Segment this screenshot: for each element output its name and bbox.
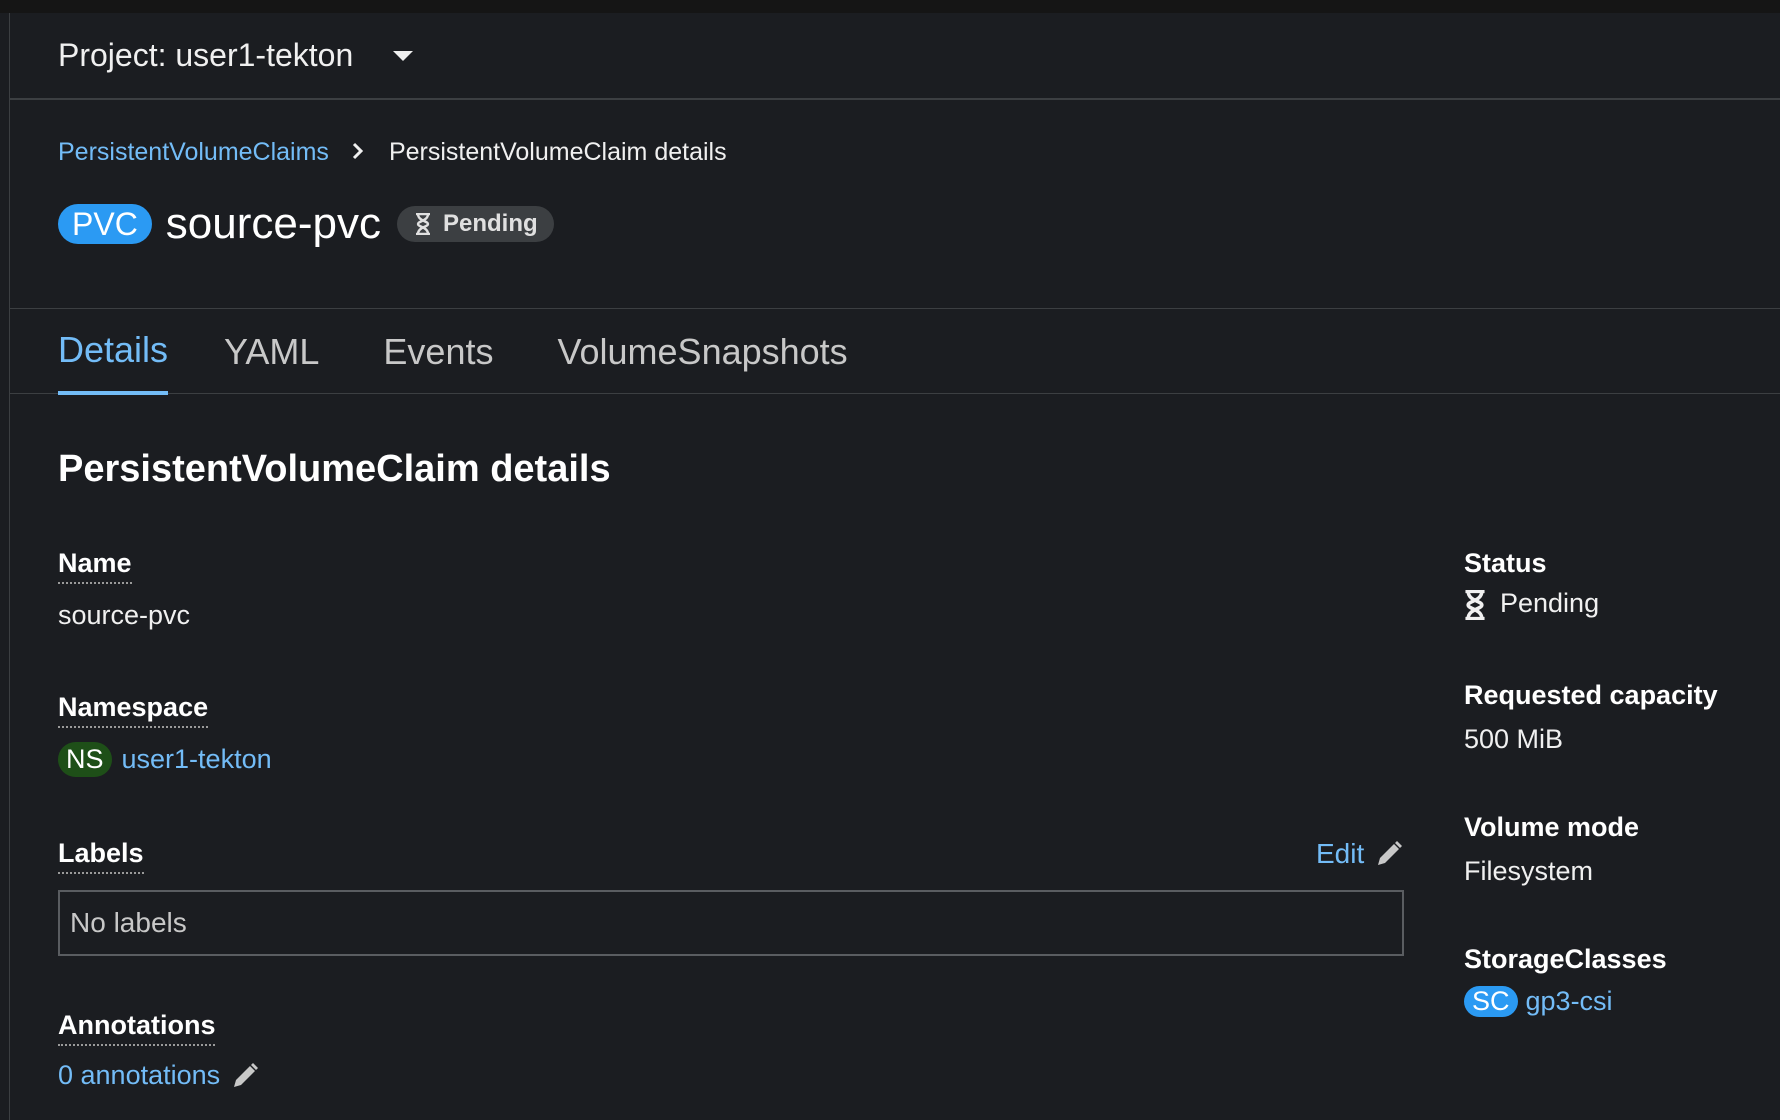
tab-volumesnapshots[interactable]: VolumeSnapshots: [557, 309, 847, 395]
labels-label[interactable]: Labels: [58, 838, 144, 874]
chevron-right-icon: [351, 140, 365, 166]
left-rail: [0, 13, 10, 1120]
status-badge: Pending: [396, 206, 554, 242]
storage-class-value: SC gp3-csi: [1464, 986, 1613, 1017]
breadcrumb-link-pvcs[interactable]: PersistentVolumeClaims: [58, 138, 329, 167]
ns-badge: NS: [58, 742, 112, 777]
status-value-text: Pending: [1500, 588, 1600, 618]
project-label: Project: user1-tekton: [58, 37, 354, 73]
tab-bar: Details YAML Events VolumeSnapshots: [10, 308, 1780, 395]
storage-class-link[interactable]: gp3-csi: [1526, 986, 1613, 1016]
requested-capacity-value: 500 MiB: [1464, 724, 1564, 754]
name-value: source-pvc: [58, 600, 191, 630]
resource-title-row: PVC source-pvc Pending: [58, 200, 554, 248]
namespace-link[interactable]: user1-tekton: [122, 744, 272, 774]
edit-labels-button[interactable]: Edit: [1316, 838, 1404, 870]
page-title: source-pvc: [165, 199, 381, 248]
annotations-link[interactable]: 0 annotations: [58, 1060, 220, 1091]
tab-details[interactable]: Details: [58, 309, 169, 395]
status-badge-label: Pending: [442, 210, 538, 237]
tab-events[interactable]: Events: [383, 309, 493, 395]
hourglass-icon: [1465, 589, 1485, 620]
namespace-label[interactable]: Namespace: [58, 692, 209, 728]
no-labels-text: No labels: [70, 907, 187, 938]
section-title: PersistentVolumeClaim details: [58, 448, 611, 490]
pencil-icon: [1378, 841, 1403, 865]
top-strip: [0, 0, 1780, 13]
sc-badge: SC: [1464, 986, 1518, 1017]
namespace-value: NS user1-tekton: [58, 742, 272, 777]
annotations-value: 0 annotations: [58, 1060, 260, 1091]
project-selector[interactable]: Project: user1-tekton: [10, 13, 1780, 100]
status-value: Pending: [1464, 588, 1599, 620]
breadcrumb: PersistentVolumeClaims PersistentVolumeC…: [58, 138, 727, 167]
labels-box: No labels: [58, 890, 1404, 956]
pvc-kind-badge: PVC: [58, 204, 152, 244]
hourglass-icon: [415, 213, 430, 235]
annotations-label[interactable]: Annotations: [58, 1010, 216, 1046]
edit-labels-label: Edit: [1316, 838, 1365, 869]
name-label[interactable]: Name: [58, 548, 132, 584]
pencil-icon[interactable]: [230, 1061, 260, 1091]
storage-classes-label: StorageClasses: [1464, 944, 1667, 974]
requested-capacity-label: Requested capacity: [1464, 680, 1718, 710]
tab-yaml[interactable]: YAML: [224, 309, 319, 395]
status-label: Status: [1464, 548, 1547, 578]
breadcrumb-current: PersistentVolumeClaim details: [388, 138, 727, 166]
volume-mode-label: Volume mode: [1464, 812, 1640, 842]
caret-down-icon[interactable]: [393, 50, 414, 61]
volume-mode-value: Filesystem: [1464, 856, 1594, 886]
